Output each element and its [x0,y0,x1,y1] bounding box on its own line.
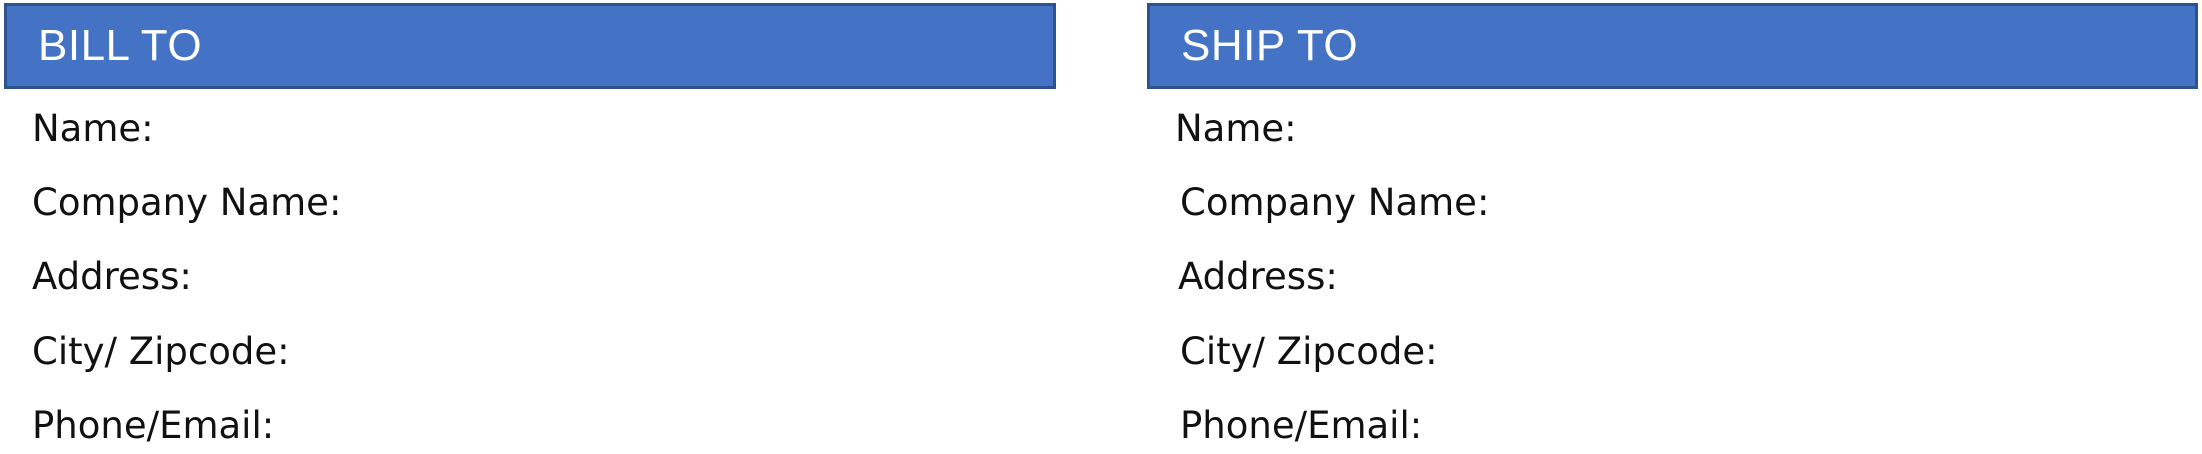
ship-to-phone-email-label: Phone/Email: [1180,404,1423,447]
ship-to-panel: SHIP TO Name: Company Name: Address: Cit… [1147,3,2198,444]
bill-to-name-label: Name: [32,107,154,150]
bill-to-panel: BILL TO Name: Company Name: Address: Cit… [4,3,1056,444]
ship-to-city-zipcode-label: City/ Zipcode: [1180,330,1438,373]
bill-to-address-label: Address: [32,255,192,298]
ship-to-address-label: Address: [1178,255,1338,298]
bill-to-city-zipcode-label: City/ Zipcode: [32,330,290,373]
ship-to-name-label: Name: [1175,107,1297,150]
bill-to-title: BILL TO [38,21,203,70]
ship-to-company-name-label: Company Name: [1180,181,1490,224]
bill-to-header: BILL TO [4,3,1056,89]
ship-to-title: SHIP TO [1181,21,1359,70]
ship-to-header: SHIP TO [1147,3,2198,89]
bill-to-company-name-label: Company Name: [32,181,342,224]
bill-to-phone-email-label: Phone/Email: [32,404,275,447]
